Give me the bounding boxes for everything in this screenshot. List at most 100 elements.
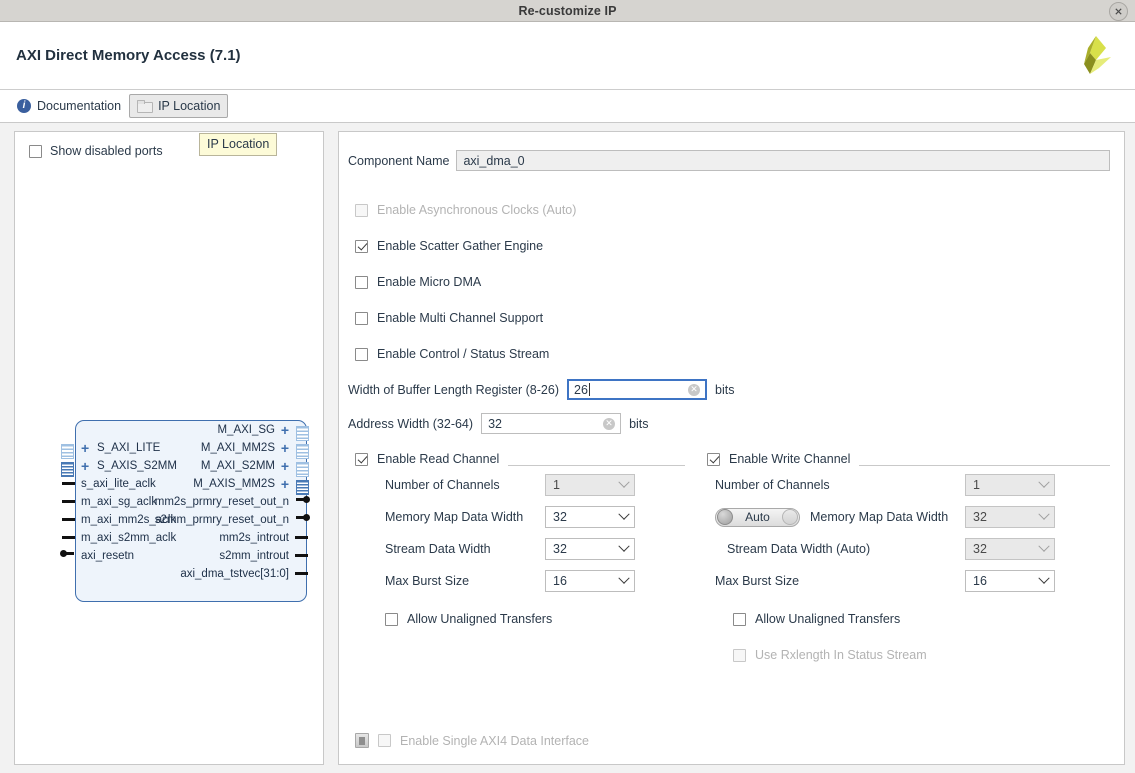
read-allow-unaligned-row[interactable]: Allow Unaligned Transfers [355, 608, 685, 630]
option-row-control-status-stream[interactable]: Enable Control / Status Stream [348, 343, 1110, 365]
read-channel-column: Enable Read Channel Number of Channels 1… [348, 452, 685, 680]
clear-icon[interactable]: ✕ [603, 417, 616, 430]
enable-write-channel-checkbox[interactable] [707, 452, 720, 466]
documentation-button[interactable]: i Documentation [9, 94, 129, 118]
channels-section: Enable Read Channel Number of Channels 1… [348, 452, 1110, 680]
xilinx-logo-svg [1084, 35, 1111, 74]
port-expand-s-axis-s2mm[interactable]: + [81, 459, 89, 473]
ip-location-button[interactable]: IP Location [129, 94, 229, 118]
port-label-s2mm-introut: s2mm_introut [219, 550, 289, 562]
read-allow-unaligned-checkbox[interactable] [385, 612, 398, 626]
write-mm-data-width-row: Auto Memory Map Data Width 32 [707, 504, 1110, 530]
read-max-burst-select[interactable]: 16 [545, 570, 635, 592]
enable-single-axi4-checkbox [378, 734, 391, 747]
ip-block-diagram: + S_AXI_LITE + S_AXIS_S2MM s_axi_lite_ac… [59, 418, 311, 604]
port-label-m-axi-sg-aclk: m_axi_sg_aclk [81, 496, 158, 508]
write-channel-column: Enable Write Channel Number of Channels … [685, 452, 1110, 680]
write-num-channels-row: Number of Channels 1 [707, 472, 1110, 498]
port-expand-m-axis-mm2s[interactable]: + [281, 477, 289, 491]
address-width-units: bits [629, 416, 649, 431]
option-row-async-clocks[interactable]: Enable Asynchronous Clocks (Auto) [348, 199, 1110, 221]
port-label-axi-dma-tstvec: axi_dma_tstvec[31:0] [180, 568, 289, 580]
write-num-channels-select: 1 [965, 474, 1055, 496]
use-rxlength-label: Use Rxlength In Status Stream [755, 648, 927, 662]
read-max-burst-label: Max Burst Size [385, 574, 470, 588]
clear-icon[interactable]: ✕ [688, 383, 700, 396]
port-label-s-axi-lite-aclk: s_axi_lite_aclk [81, 478, 156, 490]
close-glyph [1115, 8, 1122, 15]
buffer-length-row: Width of Buffer Length Register (8-26) 2… [348, 379, 1110, 400]
write-stream-data-width-label: Stream Data Width (Auto) [727, 542, 871, 556]
component-name-label: Component Name [348, 153, 450, 168]
option-row-micro-dma[interactable]: Enable Micro DMA [348, 271, 1110, 293]
port-label-m-axis-mm2s: M_AXIS_MM2S [193, 478, 275, 490]
enable-single-axi4-label: Enable Single AXI4 Data Interface [400, 733, 590, 748]
port-stub-m-axi-mm2s-aclk [62, 518, 75, 521]
read-allow-unaligned-label: Allow Unaligned Transfers [407, 612, 553, 626]
write-max-burst-select[interactable]: 16 [965, 570, 1055, 592]
address-width-input[interactable]: 32 ✕ [481, 413, 622, 434]
ip-symbol-panel: Show disabled ports + S_AXI_LITE + S_AXI… [14, 131, 324, 765]
chevron-down-icon [1038, 572, 1050, 584]
port-expand-m-axi-sg[interactable]: + [281, 423, 289, 437]
option-row-multi-channel[interactable]: Enable Multi Channel Support [348, 307, 1110, 329]
show-disabled-ports-label: Show disabled ports [50, 144, 163, 158]
port-stub-m-axi-s2mm [296, 462, 309, 477]
read-mm-data-width-value: 32 [553, 510, 567, 524]
write-allow-unaligned-row[interactable]: Allow Unaligned Transfers [707, 608, 1110, 630]
dialog-body: Show disabled ports + S_AXI_LITE + S_AXI… [0, 123, 1135, 773]
port-expand-m-axi-mm2s[interactable]: + [281, 441, 289, 455]
port-stub-m-axi-s2mm-aclk [62, 536, 75, 539]
write-allow-unaligned-label: Allow Unaligned Transfers [755, 612, 901, 626]
chevron-down-icon [1038, 540, 1050, 552]
ip-toolbar: i Documentation IP Location [0, 90, 1135, 123]
component-name-field[interactable]: axi_dma_0 [456, 150, 1110, 171]
document-icon [355, 733, 369, 748]
port-label-m-axi-s2mm: M_AXI_S2MM [200, 460, 275, 472]
read-stream-data-width-select[interactable]: 32 [545, 538, 635, 560]
write-mm-data-width-label: Memory Map Data Width [810, 510, 949, 524]
window-title: Re-customize IP [518, 3, 617, 18]
address-width-row: Address Width (32-64) 32 ✕ bits [348, 413, 1110, 434]
enable-scatter-gather-checkbox[interactable] [355, 239, 368, 253]
write-stream-data-width-value: 32 [973, 542, 987, 556]
port-stub-mm2s-prmry-reset-out-n [295, 495, 310, 503]
enable-multi-channel-checkbox[interactable] [355, 311, 368, 325]
option-row-scatter-gather[interactable]: Enable Scatter Gather Engine [348, 235, 1110, 257]
text-caret [588, 383, 590, 396]
xilinx-logo-icon [1075, 34, 1119, 78]
read-max-burst-value: 16 [553, 574, 567, 588]
write-stream-data-width-select: 32 [965, 538, 1055, 560]
enable-read-channel-checkbox[interactable] [355, 452, 368, 466]
buffer-length-input[interactable]: 26 ✕ [567, 379, 707, 400]
port-expand-s-axi-lite[interactable]: + [81, 441, 89, 455]
port-stub-s-axi-lite-aclk [62, 482, 75, 485]
port-stub-s2mm-introut [295, 554, 308, 557]
buffer-length-units: bits [715, 382, 735, 397]
write-channel-header[interactable]: Enable Write Channel [707, 452, 1110, 466]
read-stream-data-width-value: 32 [553, 542, 567, 556]
write-use-rxlength-row: Use Rxlength In Status Stream [707, 644, 1110, 666]
chevron-down-icon [618, 476, 630, 488]
single-axi4-row: Enable Single AXI4 Data Interface [355, 733, 589, 748]
port-label-axi-resetn: axi_resetn [81, 550, 135, 562]
section-divider [508, 464, 685, 466]
read-mm-data-width-select[interactable]: 32 [545, 506, 635, 528]
read-channel-header[interactable]: Enable Read Channel [355, 452, 685, 466]
show-disabled-ports-checkbox[interactable] [29, 144, 42, 158]
window-titlebar: Re-customize IP [0, 0, 1135, 22]
auto-toggle[interactable]: Auto [715, 507, 800, 527]
close-icon[interactable] [1109, 2, 1128, 21]
chevron-down-icon [1038, 476, 1050, 488]
port-label-m-axi-mm2s: M_AXI_MM2S [200, 442, 275, 454]
write-allow-unaligned-checkbox[interactable] [733, 612, 746, 626]
enable-micro-dma-checkbox[interactable] [355, 275, 368, 289]
write-max-burst-label: Max Burst Size [715, 574, 800, 588]
port-expand-m-axi-s2mm[interactable]: + [281, 459, 289, 473]
use-rxlength-checkbox [733, 648, 746, 662]
enable-control-status-stream-checkbox[interactable] [355, 347, 368, 361]
port-stub-s-axis-s2mm [61, 462, 74, 477]
port-stub-mm2s-introut [295, 536, 308, 539]
read-num-channels-label: Number of Channels [385, 478, 500, 492]
address-width-label: Address Width (32-64) [348, 416, 474, 431]
